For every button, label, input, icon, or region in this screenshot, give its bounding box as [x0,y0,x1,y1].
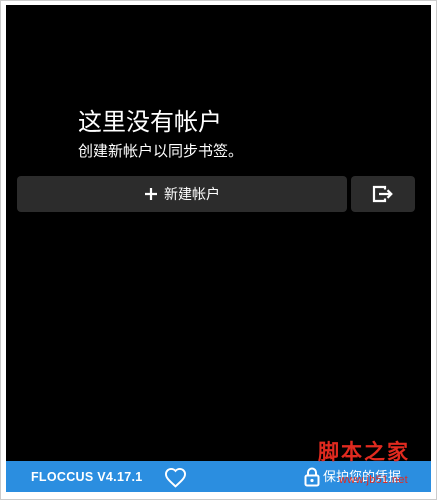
import-button[interactable] [351,176,415,212]
lock-icon [304,467,320,487]
empty-state-subtitle: 创建新帐户以同步书签。 [78,143,244,160]
new-account-button[interactable]: 新建帐户 [17,176,347,212]
watermark-title: 脚本之家 [318,439,410,464]
heart-outline-icon[interactable] [164,467,187,488]
empty-state-heading: 这里没有帐户 [78,109,222,136]
watermark-url: www.jb51.net [339,474,409,486]
version-link[interactable]: FLOCCUS V4.17.1 [31,469,142,485]
plus-icon [144,187,158,201]
box-arrow-right-icon [372,185,394,203]
app-panel [6,5,431,461]
new-account-label: 新建帐户 [164,186,220,202]
